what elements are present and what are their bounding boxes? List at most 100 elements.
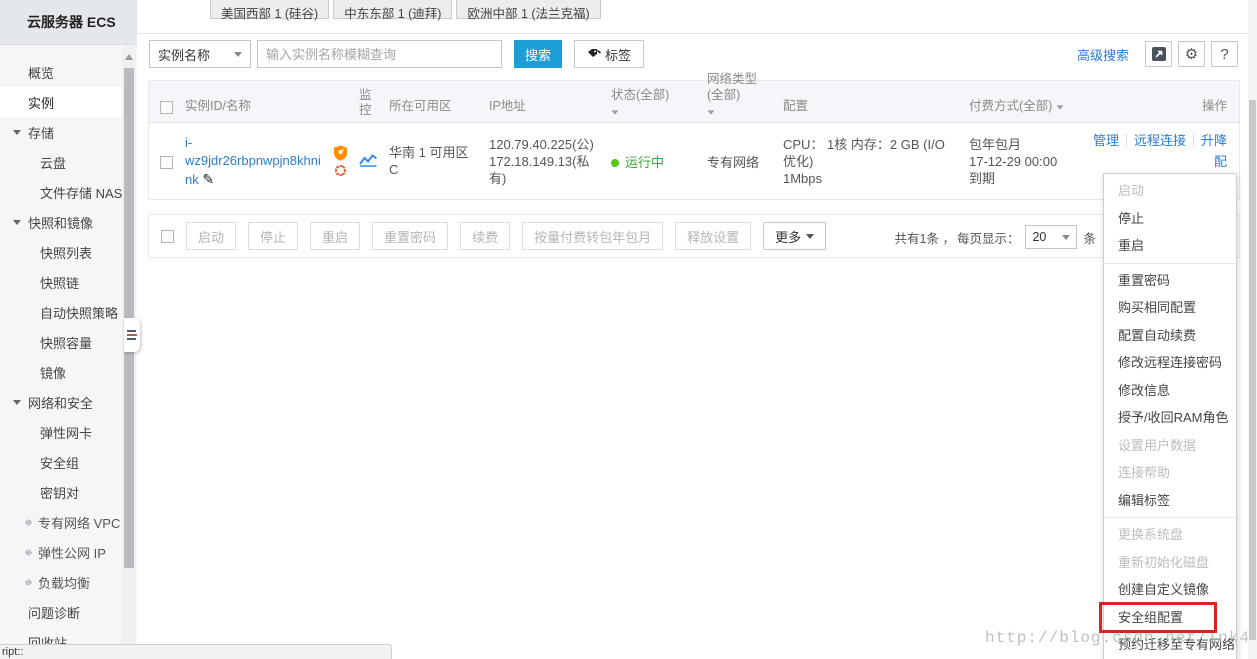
status-label: 运行中 <box>625 155 664 170</box>
menu-item-connection-help: 连接帮助 <box>1104 459 1236 487</box>
menu-item-edit-tags[interactable]: 编辑标签 <box>1104 487 1236 515</box>
sidebar: 云服务器 ECS 概览 实例 存储 云盘 文件存储 NAS 快照和镜像 快照列表… <box>0 0 137 659</box>
sidebar-item-overview[interactable]: 概览 <box>0 57 122 87</box>
header-config: 配置 <box>775 95 961 122</box>
menu-item-start: 启动 <box>1104 177 1236 205</box>
renew-button[interactable]: 续费 <box>460 222 510 250</box>
divider <box>137 33 1248 34</box>
batch-toolbar: 启动 停止 重启 重置密码 续费 按量付费转包年包月 释放设置 更多 共有1条 … <box>148 214 1240 258</box>
restart-button[interactable]: 重启 <box>310 222 360 250</box>
menu-item-migrate-to-vpc[interactable]: 预约迁移至专有网络 <box>1104 631 1236 659</box>
menu-item-auto-renew[interactable]: 配置自动续费 <box>1104 322 1236 350</box>
help-button[interactable]: ? <box>1211 41 1238 67</box>
reset-password-button[interactable]: 重置密码 <box>372 222 448 250</box>
sidebar-item-eip[interactable]: 弹性公网 IP <box>0 537 122 567</box>
menu-item-create-custom-image[interactable]: 创建自定义镜像 <box>1104 576 1236 604</box>
sidebar-item-slb[interactable]: 负载均衡 <box>0 567 122 597</box>
manage-link[interactable]: 管理 <box>1093 133 1119 148</box>
external-link-icon <box>23 517 34 528</box>
sidebar-item-snapshot-capacity[interactable]: 快照容量 <box>0 327 122 357</box>
page-size-select[interactable]: 20 <box>1025 225 1077 249</box>
header-instance-id: 实例ID/名称 <box>177 95 329 122</box>
sidebar-item-instances[interactable]: 实例 <box>0 87 122 117</box>
sidebar-title: 云服务器 ECS <box>0 0 137 45</box>
sidebar-item-snapshot-list[interactable]: 快照列表 <box>0 237 122 267</box>
header-payment-filter[interactable]: 付费方式(全部) <box>961 95 1075 122</box>
menu-item-reinit-disk: 重新初始化磁盘 <box>1104 549 1236 577</box>
chevron-down-icon <box>612 110 619 114</box>
search-button[interactable]: 搜索 <box>514 40 562 68</box>
more-actions-menu: 启动 停止 重启 重置密码 购买相同配置 配置自动续费 修改远程连接密码 修改信… <box>1103 173 1237 659</box>
region-tabs: 美国西部 1 (硅谷) 中东东部 1 (迪拜) 欧洲中部 1 (法兰克福) <box>210 0 601 19</box>
status-dot <box>611 159 619 167</box>
export-button[interactable] <box>1145 41 1172 67</box>
menu-item-stop[interactable]: 停止 <box>1104 205 1236 233</box>
tag-filter-button[interactable]: 标签 <box>574 40 644 68</box>
edit-name-icon[interactable]: ✎ <box>202 171 214 187</box>
page-scrollbar[interactable] <box>1248 0 1257 659</box>
page-scrollbar-thumb[interactable] <box>1249 100 1256 640</box>
sidebar-group-snapshot-image[interactable]: 快照和镜像 <box>0 207 122 237</box>
header-monitor: 监控 <box>351 88 381 122</box>
menu-divider <box>1104 263 1236 264</box>
highlight-annotation-box <box>1099 602 1217 633</box>
security-shield-icon <box>333 145 348 161</box>
sidebar-item-key-pairs[interactable]: 密钥对 <box>0 477 122 507</box>
menu-item-buy-same-config[interactable]: 购买相同配置 <box>1104 294 1236 322</box>
advanced-search-link[interactable]: 高级搜索 <box>1077 45 1129 64</box>
header-zone: 所在可用区 <box>381 95 481 122</box>
sidebar-scrollbar[interactable] <box>122 46 136 659</box>
sidebar-item-diagnostics[interactable]: 问题诊断 <box>0 597 122 627</box>
toolbar-checkbox[interactable] <box>161 230 174 243</box>
header-network-type-filter[interactable]: 网络类型(全部) <box>699 71 775 122</box>
header-tools: 高级搜索 ⚙ ? <box>1077 41 1238 67</box>
sidebar-item-disks[interactable]: 云盘 <box>0 147 122 177</box>
table-row: i-wz9jdr26rbpnwpjn8khnink ✎ 华南 1 可用区 C 1… <box>149 123 1239 199</box>
header-ip: IP地址 <box>481 95 603 122</box>
resize-link[interactable]: 升降配 <box>1201 133 1227 169</box>
sidebar-item-nas[interactable]: 文件存储 NAS <box>0 177 122 207</box>
sidebar-item-auto-snapshot-policy[interactable]: 自动快照策略 <box>0 297 122 327</box>
menu-item-edit-info[interactable]: 修改信息 <box>1104 377 1236 405</box>
menu-item-reset-password[interactable]: 重置密码 <box>1104 267 1236 295</box>
chevron-down-icon <box>13 130 21 135</box>
region-tab-eu-central[interactable]: 欧洲中部 1 (法兰克福) <box>456 0 600 19</box>
per-page-label: 每页显示： <box>957 228 1020 247</box>
collapse-icon <box>127 330 137 340</box>
search-bar: 实例名称 搜索 标签 <box>149 40 644 68</box>
sidebar-item-security-groups[interactable]: 安全组 <box>0 447 122 477</box>
menu-item-change-remote-password[interactable]: 修改远程连接密码 <box>1104 349 1236 377</box>
search-input[interactable] <box>257 40 502 68</box>
region-tab-us-west[interactable]: 美国西部 1 (硅谷) <box>210 0 329 19</box>
paygo-to-subscription-button[interactable]: 按量付费转包年包月 <box>522 222 663 250</box>
stop-button[interactable]: 停止 <box>248 222 298 250</box>
settings-button[interactable]: ⚙ <box>1178 41 1205 67</box>
select-all-checkbox[interactable] <box>160 101 173 114</box>
payment-cell: 包年包月 17-12-29 00:00 到期 <box>961 136 1075 187</box>
sidebar-group-storage[interactable]: 存储 <box>0 117 122 147</box>
menu-item-restart[interactable]: 重启 <box>1104 232 1236 260</box>
public-ip: 120.79.40.225(公) <box>489 137 594 152</box>
sidebar-item-images[interactable]: 镜像 <box>0 357 122 387</box>
menu-item-ram-role[interactable]: 授予/收回RAM角色 <box>1104 404 1236 432</box>
search-field-select[interactable]: 实例名称 <box>149 40 251 68</box>
monitor-chart-icon[interactable] <box>359 153 378 167</box>
sidebar-item-snapshot-chain[interactable]: 快照链 <box>0 267 122 297</box>
region-tab-me-east[interactable]: 中东东部 1 (迪拜) <box>333 0 452 19</box>
chevron-down-icon <box>1056 105 1063 109</box>
network-type-cell: 专有网络 <box>699 152 775 171</box>
header-status-filter[interactable]: 状态(全部) <box>603 87 699 122</box>
toolbar-more-button[interactable]: 更多 <box>763 222 826 250</box>
sidebar-item-vpc[interactable]: 专有网络 VPC <box>0 507 122 537</box>
release-settings-button[interactable]: 释放设置 <box>675 222 751 250</box>
row-checkbox[interactable] <box>160 156 173 169</box>
remote-connect-link[interactable]: 远程连接 <box>1134 133 1186 148</box>
chevron-down-icon <box>1062 235 1070 240</box>
sidebar-collapse-handle[interactable] <box>124 318 140 352</box>
menu-item-user-data: 设置用户数据 <box>1104 432 1236 460</box>
sidebar-group-network-security[interactable]: 网络和安全 <box>0 387 122 417</box>
sidebar-item-eni[interactable]: 弹性网卡 <box>0 417 122 447</box>
start-button[interactable]: 启动 <box>186 222 236 250</box>
external-link-icon <box>23 577 34 588</box>
scroll-up-arrow-icon[interactable] <box>125 54 133 60</box>
